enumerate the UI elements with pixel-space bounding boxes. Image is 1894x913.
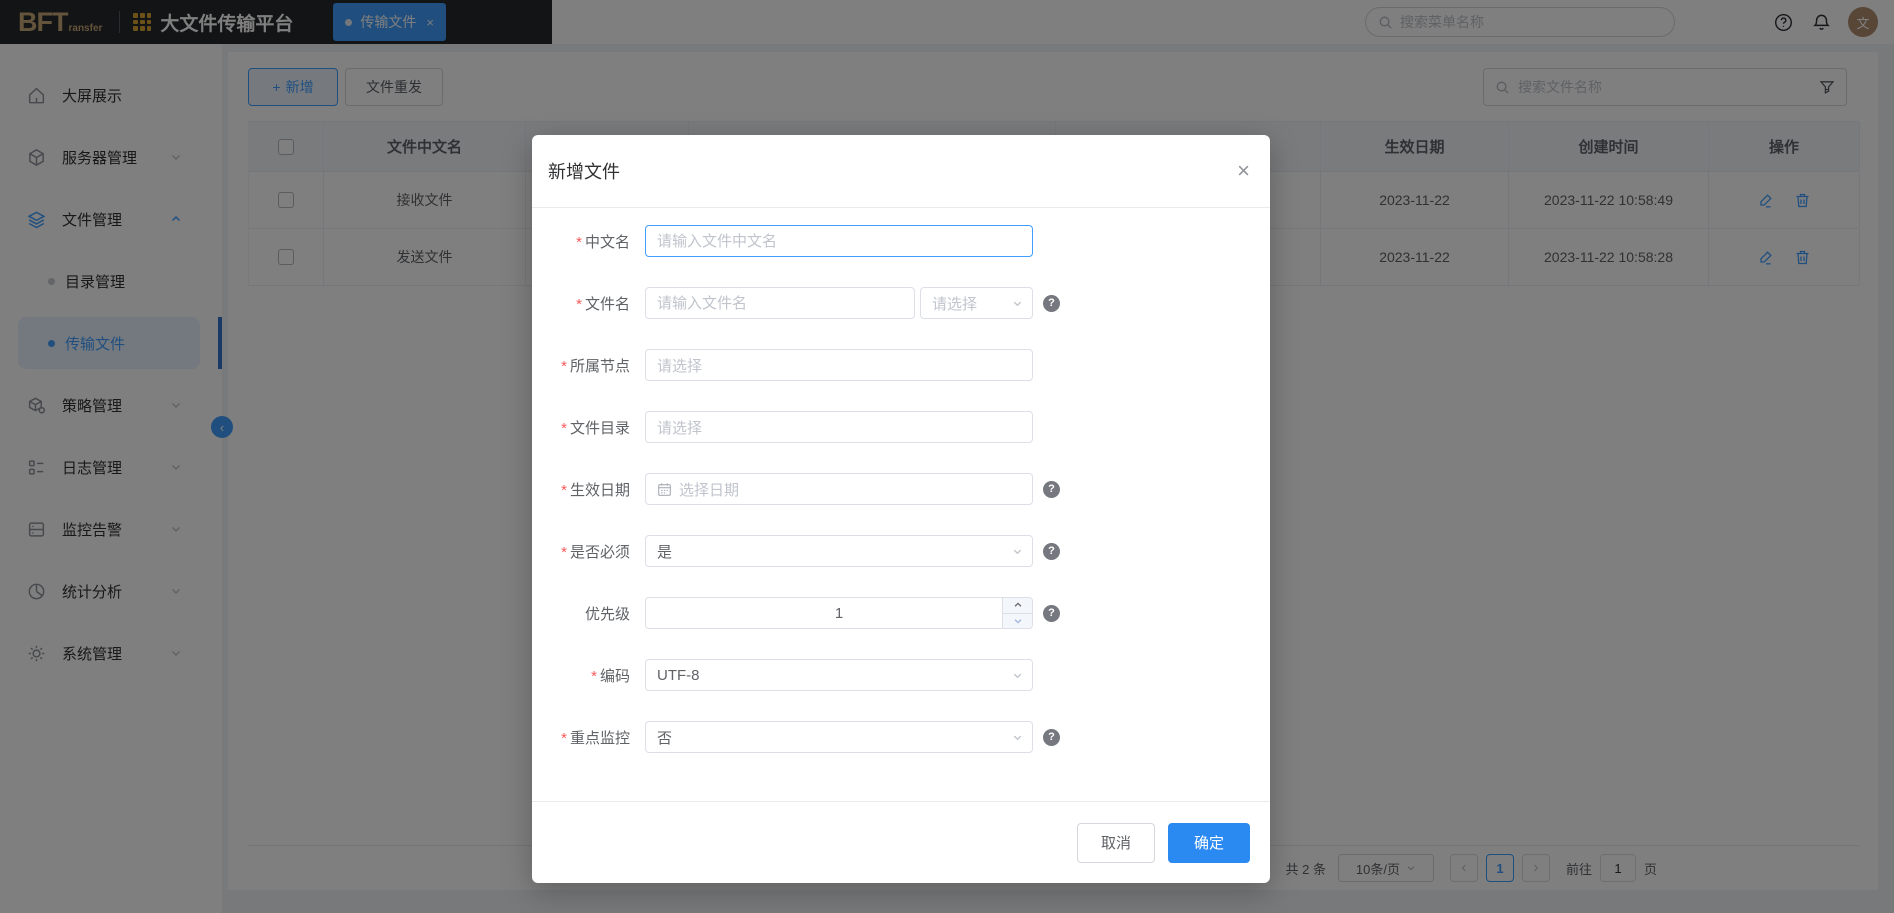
required-mark: *	[561, 358, 567, 375]
chevron-down-icon	[1012, 670, 1023, 681]
file-suffix-select[interactable]: 请选择	[920, 287, 1033, 319]
priority-input[interactable]	[645, 597, 1033, 629]
field-label: 文件名	[585, 296, 630, 313]
field-label: 编码	[600, 668, 630, 685]
form-row-required-flag: *是否必须 是 ?	[532, 535, 1270, 567]
form-row-encoding: *编码 UTF-8	[532, 659, 1270, 691]
required-mark: *	[561, 544, 567, 561]
dialog-header: 新增文件 ×	[532, 135, 1270, 208]
increase-button[interactable]	[1003, 598, 1032, 614]
form-row-key-monitor: *重点监控 否 ?	[532, 721, 1270, 753]
cancel-button[interactable]: 取消	[1077, 823, 1155, 863]
field-label: 所属节点	[570, 358, 630, 375]
close-icon[interactable]: ×	[1237, 160, 1250, 182]
field-label: 重点监控	[570, 730, 630, 747]
chevron-down-icon	[1012, 732, 1023, 743]
form-row-effective-date: *生效日期 选择日期 ?	[532, 473, 1270, 505]
directory-select[interactable]: 请选择	[645, 411, 1033, 443]
encoding-select[interactable]: UTF-8	[645, 659, 1033, 691]
required-mark: *	[561, 420, 567, 437]
field-label: 文件目录	[570, 420, 630, 437]
form-row-file-name: *文件名 请选择 ?	[532, 287, 1270, 319]
key-monitor-select[interactable]: 否	[645, 721, 1033, 753]
required-flag-select[interactable]: 是	[645, 535, 1033, 567]
form-row-directory: *文件目录 请选择	[532, 411, 1270, 443]
dialog-form: *中文名 *文件名 请选择 ? *所属节点 请选择	[532, 208, 1270, 753]
required-mark: *	[591, 668, 597, 685]
number-stepper	[1002, 598, 1032, 628]
chevron-down-icon	[1012, 298, 1023, 309]
node-select[interactable]: 请选择	[645, 349, 1033, 381]
chinese-name-input[interactable]	[645, 225, 1033, 257]
form-row-chinese-name: *中文名	[532, 225, 1270, 257]
dialog-footer: 取消 确定	[532, 801, 1270, 883]
chevron-down-icon	[1012, 546, 1023, 557]
field-label: 是否必须	[570, 544, 630, 561]
required-mark: *	[576, 296, 582, 313]
file-name-input[interactable]	[645, 287, 915, 319]
help-icon[interactable]: ?	[1043, 543, 1060, 560]
field-label: 优先级	[585, 606, 630, 623]
help-icon[interactable]: ?	[1043, 729, 1060, 746]
help-icon[interactable]: ?	[1043, 605, 1060, 622]
effective-date-picker[interactable]: 选择日期	[645, 473, 1033, 505]
dialog-title: 新增文件	[548, 158, 620, 184]
form-row-priority: 优先级 ?	[532, 597, 1270, 629]
decrease-button[interactable]	[1003, 614, 1032, 629]
form-row-node: *所属节点 请选择	[532, 349, 1270, 381]
add-file-dialog: 新增文件 × *中文名 *文件名 请选择 ? *所属节点	[532, 135, 1270, 883]
help-icon[interactable]: ?	[1043, 295, 1060, 312]
required-mark: *	[561, 482, 567, 499]
help-icon[interactable]: ?	[1043, 481, 1060, 498]
confirm-button[interactable]: 确定	[1168, 823, 1250, 863]
field-label: 生效日期	[570, 482, 630, 499]
required-mark: *	[561, 730, 567, 747]
calendar-icon	[657, 482, 672, 497]
required-mark: *	[576, 234, 582, 251]
app: BFTransfer 大文件传输平台 传输文件 × 文	[0, 0, 1894, 913]
field-label: 中文名	[585, 234, 630, 251]
